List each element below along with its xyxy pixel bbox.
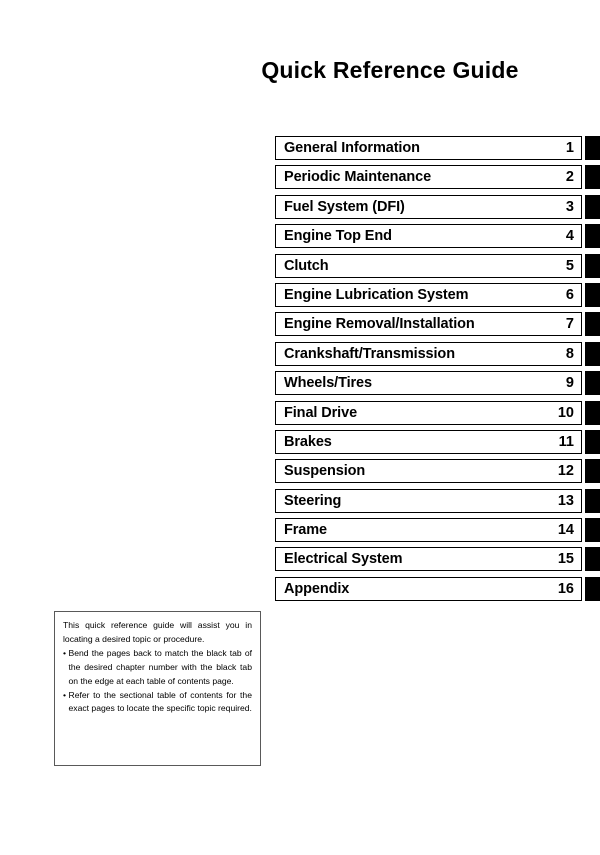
page-title: Quick Reference Guide <box>261 57 519 83</box>
chapter-number: 3 <box>565 198 574 215</box>
chapter-number: 12 <box>557 463 574 480</box>
chapter-number: 5 <box>565 257 574 274</box>
chapter-row-16[interactable]: Appendix 16 <box>275 576 600 601</box>
chapter-row-3[interactable]: Fuel System (DFI) 3 <box>275 194 600 219</box>
chapter-row-7[interactable]: Engine Removal/Installation 7 <box>275 312 600 337</box>
chapter-row-14[interactable]: Frame 14 <box>275 518 600 543</box>
chapter-box[interactable]: Periodic Maintenance 2 <box>275 165 582 190</box>
chapter-black-tab <box>585 253 600 278</box>
bullet-icon: • <box>63 689 67 700</box>
chapter-row-11[interactable]: Brakes 11 <box>275 429 600 454</box>
note-bullet-text: Bend the pages back to match the black t… <box>68 647 253 686</box>
chapter-name: Fuel System (DFI) <box>284 198 405 215</box>
chapter-box[interactable]: Suspension 12 <box>275 459 582 484</box>
chapter-black-tab <box>585 312 600 337</box>
bullet-icon: • <box>63 647 67 658</box>
chapter-box[interactable]: Engine Removal/Installation 7 <box>275 312 582 337</box>
note-bullet-item: • Refer to the sectional table of conten… <box>63 689 252 717</box>
chapter-box[interactable]: General Information 1 <box>275 136 582 160</box>
chapter-black-tab <box>585 341 600 366</box>
chapter-number: 4 <box>565 228 574 245</box>
chapter-box[interactable]: Brakes 11 <box>275 429 582 454</box>
chapter-box[interactable]: Steering 13 <box>275 488 582 513</box>
chapter-black-tab <box>585 224 600 249</box>
chapter-index-list: General Information 1 Periodic Maintenan… <box>275 136 600 606</box>
chapter-box[interactable]: Frame 14 <box>275 518 582 543</box>
chapter-name: Electrical System <box>284 551 403 568</box>
chapter-name: Wheels/Tires <box>284 375 372 392</box>
chapter-name: Appendix <box>284 580 350 597</box>
chapter-name: Suspension <box>284 463 366 480</box>
chapter-number: 6 <box>565 286 574 303</box>
chapter-name: Brakes <box>284 433 332 450</box>
chapter-number: 9 <box>565 375 574 392</box>
chapter-name: Steering <box>284 492 342 509</box>
chapter-number: 10 <box>557 404 574 421</box>
chapter-name: Engine Top End <box>284 228 392 245</box>
chapter-black-tab <box>585 547 600 572</box>
chapter-name: Periodic Maintenance <box>284 169 432 186</box>
chapter-black-tab <box>585 459 600 484</box>
chapter-number: 2 <box>565 169 574 186</box>
chapter-number: 7 <box>565 316 574 333</box>
chapter-box[interactable]: Electrical System 15 <box>275 547 582 572</box>
chapter-name: Crankshaft/Transmission <box>284 345 455 362</box>
chapter-number: 15 <box>557 551 574 568</box>
chapter-row-5[interactable]: Clutch 5 <box>275 253 600 278</box>
note-bullet-text: Refer to the sectional table of contents… <box>68 689 253 714</box>
chapter-row-15[interactable]: Electrical System 15 <box>275 547 600 572</box>
chapter-row-9[interactable]: Wheels/Tires 9 <box>275 371 600 396</box>
usage-note-box: This quick reference guide will assist y… <box>54 611 261 766</box>
chapter-name: Frame <box>284 522 328 539</box>
chapter-row-8[interactable]: Crankshaft/Transmission 8 <box>275 341 600 366</box>
chapter-number: 1 <box>565 140 574 156</box>
chapter-name: Engine Lubrication System <box>284 286 469 303</box>
chapter-number: 11 <box>558 433 574 450</box>
chapter-black-tab <box>585 282 600 307</box>
chapter-black-tab <box>585 136 600 160</box>
chapter-row-13[interactable]: Steering 13 <box>275 488 600 513</box>
chapter-black-tab <box>585 488 600 513</box>
chapter-row-4[interactable]: Engine Top End 4 <box>275 224 600 249</box>
chapter-row-2[interactable]: Periodic Maintenance 2 <box>275 165 600 190</box>
chapter-box[interactable]: Engine Top End 4 <box>275 224 582 249</box>
chapter-row-10[interactable]: Final Drive 10 <box>275 400 600 425</box>
chapter-box[interactable]: Crankshaft/Transmission 8 <box>275 341 582 366</box>
chapter-black-tab <box>585 400 600 425</box>
chapter-row-12[interactable]: Suspension 12 <box>275 459 600 484</box>
chapter-black-tab <box>585 518 600 543</box>
chapter-row-1[interactable]: General Information 1 <box>275 136 600 160</box>
chapter-box[interactable]: Clutch 5 <box>275 253 582 278</box>
chapter-number: 16 <box>557 580 574 597</box>
chapter-name: Engine Removal/Installation <box>284 316 475 333</box>
chapter-box[interactable]: Appendix 16 <box>275 576 582 601</box>
chapter-black-tab <box>585 194 600 219</box>
chapter-black-tab <box>585 371 600 396</box>
chapter-row-6[interactable]: Engine Lubrication System 6 <box>275 282 600 307</box>
chapter-name: Final Drive <box>284 404 358 421</box>
note-intro-text: This quick reference guide will assist y… <box>63 620 252 644</box>
chapter-box[interactable]: Engine Lubrication System 6 <box>275 282 582 307</box>
note-bullet-item: • Bend the pages back to match the black… <box>63 647 252 689</box>
chapter-number: 8 <box>565 345 574 362</box>
chapter-box[interactable]: Wheels/Tires 9 <box>275 371 582 396</box>
chapter-box[interactable]: Final Drive 10 <box>275 400 582 425</box>
chapter-box[interactable]: Fuel System (DFI) 3 <box>275 194 582 219</box>
chapter-black-tab <box>585 576 600 601</box>
chapter-name: Clutch <box>284 257 329 274</box>
chapter-number: 14 <box>557 522 574 539</box>
quick-reference-page: Quick Reference Guide General Informatio… <box>0 0 600 855</box>
chapter-number: 13 <box>557 492 574 509</box>
chapter-black-tab <box>585 429 600 454</box>
chapter-black-tab <box>585 165 600 190</box>
chapter-name: General Information <box>284 140 420 156</box>
